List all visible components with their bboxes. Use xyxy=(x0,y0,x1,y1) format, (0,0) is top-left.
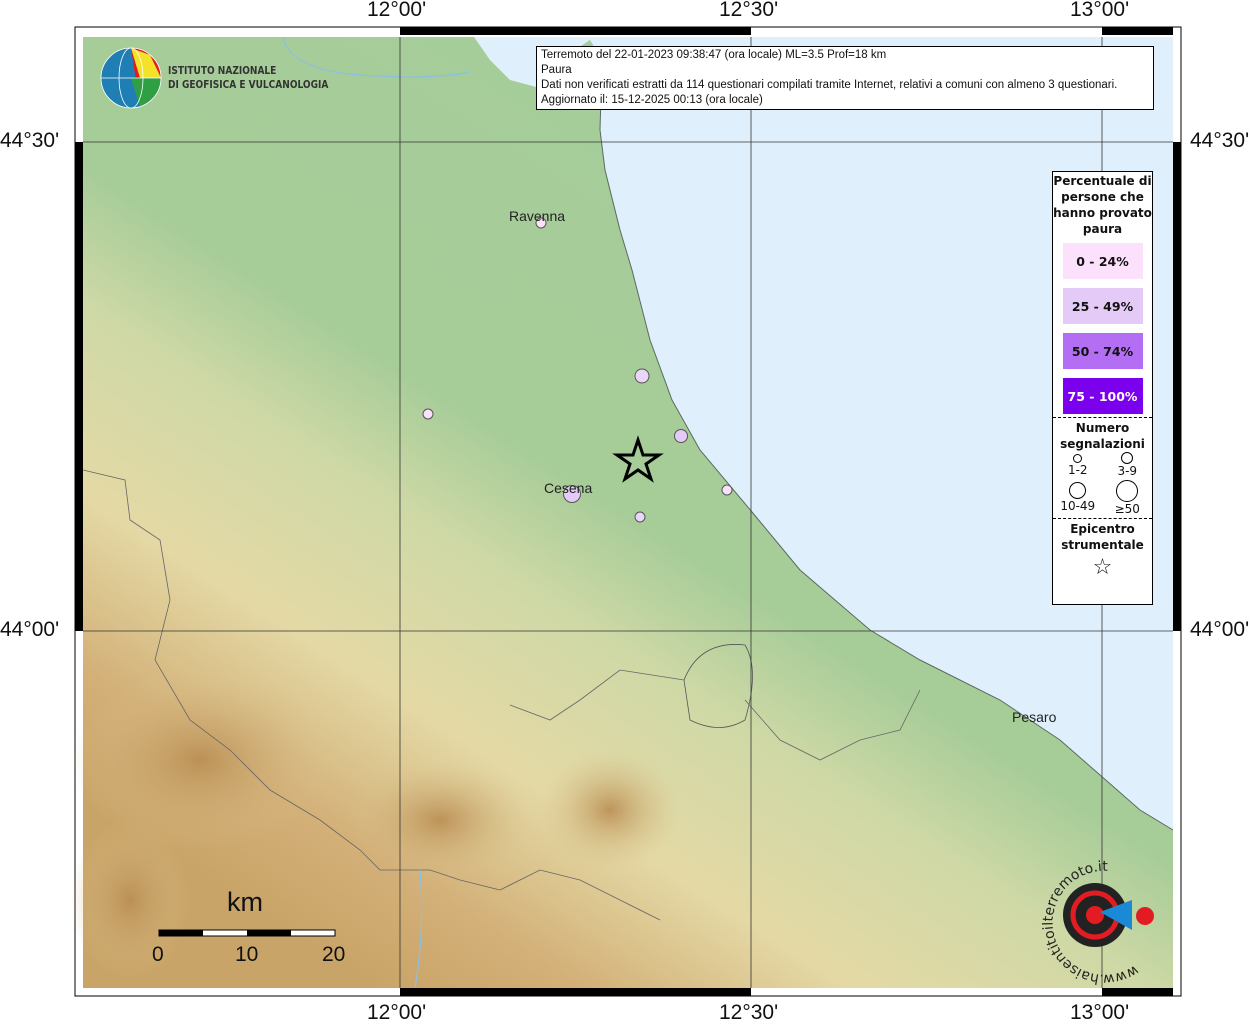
obs-point[interactable] xyxy=(634,511,646,523)
lat-label-left: 44°00' xyxy=(0,618,60,641)
legend-epicenter-title: Epicentro strumentale xyxy=(1061,522,1144,552)
obs-point[interactable] xyxy=(674,429,688,443)
legend-class-50-74: 50 - 74% xyxy=(1062,333,1143,369)
ingv-logo-text: ISTITUTO NAZIONALE DI GEOFISICA E VULCAN… xyxy=(168,64,328,92)
scale-tick: 10 xyxy=(235,943,259,966)
obs-point[interactable] xyxy=(634,368,650,384)
legend-class-75-100: 75 - 100% xyxy=(1062,378,1143,414)
legend-class-0-24: 0 - 24% xyxy=(1062,243,1143,279)
count-label: 1-2 xyxy=(1067,463,1088,477)
count-label: 3-9 xyxy=(1117,464,1138,478)
count-label: 10-49 xyxy=(1060,499,1096,513)
lon-label-bottom: 12°30' xyxy=(719,1001,779,1024)
scale-bar xyxy=(158,929,336,937)
legend: Percentuale di persone che hanno provato… xyxy=(1052,171,1153,605)
ingv-name-line1: ISTITUTO NAZIONALE xyxy=(168,64,277,77)
lat-label-right: 44°30' xyxy=(1190,129,1250,152)
lon-label-top: 13°00' xyxy=(1070,0,1130,21)
city-label-cesena: Cesena xyxy=(544,480,593,496)
size-1-2-icon xyxy=(1073,454,1083,463)
epicenter-legend-star-icon: ☆ xyxy=(1092,555,1113,580)
obs-point[interactable] xyxy=(721,484,733,496)
scale-tick: 0 xyxy=(152,943,164,966)
lon-label-bottom: 13°00' xyxy=(1070,1001,1130,1024)
ingv-name-line2: DI GEOFISICA E VULCANOLOGIA xyxy=(168,78,329,91)
event-title: Terremoto del 22-01-2023 09:38:47 (ora l… xyxy=(541,49,887,61)
scale-unit: km xyxy=(227,887,263,917)
size-3-9-icon xyxy=(1121,452,1134,464)
obs-point[interactable] xyxy=(422,408,434,420)
legend-count-title: Numero segnalazioni xyxy=(1060,421,1145,451)
map-parameter: Paura xyxy=(541,64,572,76)
update-time: Aggiornato il: 15-12-2025 00:13 (ora loc… xyxy=(541,94,763,106)
scale-tick: 20 xyxy=(322,943,346,966)
count-label: ≥50 xyxy=(1114,502,1140,516)
ingv-logo xyxy=(100,47,162,109)
size-50-plus-icon xyxy=(1116,480,1139,502)
event-info-box: Terremoto del 22-01-2023 09:38:47 (ora l… xyxy=(536,46,1154,110)
city-label-pesaro: Pesaro xyxy=(1012,709,1057,725)
lat-label-right: 44°00' xyxy=(1190,618,1250,641)
data-note: Dati non verificati estratti da 114 ques… xyxy=(541,79,1118,91)
legend-class-25-49: 25 - 49% xyxy=(1062,288,1143,324)
lat-label-left: 44°30' xyxy=(0,129,60,152)
city-label-ravenna: Ravenna xyxy=(509,208,566,224)
size-10-49-icon xyxy=(1069,482,1087,499)
legend-count-sizes: 1-2 3-9 10-49 ≥50 xyxy=(1053,452,1152,516)
legend-title: Percentuale di persone che hanno provato… xyxy=(1053,174,1152,236)
lon-label-top: 12°00' xyxy=(367,0,427,21)
lon-label-top: 12°30' xyxy=(719,0,779,21)
lon-label-bottom: 12°00' xyxy=(367,1001,427,1024)
